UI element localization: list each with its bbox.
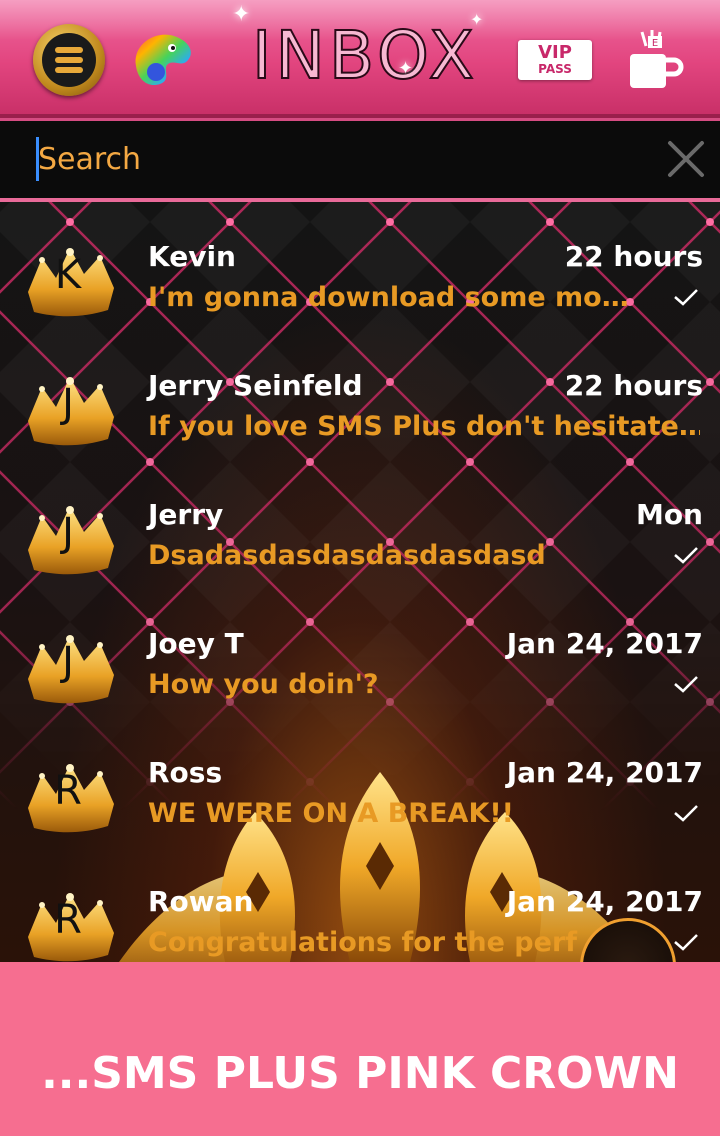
vip-pass-label: PASS (538, 62, 572, 76)
conversation-row[interactable]: K Kevin 22 hours I'm gonna download some… (0, 216, 720, 344)
avatar: R (22, 758, 120, 838)
message-time: 22 hours (564, 240, 703, 273)
message-preview: WE WERE ON A BREAK!! (148, 798, 514, 829)
search-bar (0, 118, 720, 202)
theme-palette-icon[interactable] (128, 26, 198, 92)
avatar: J (22, 629, 120, 709)
checkmark-icon (674, 934, 698, 951)
contact-name: Kevin (148, 240, 236, 273)
vip-label: VIP (538, 42, 572, 63)
app-header: INBOX ✦ ✦ ✦ VIP PASS E (0, 0, 720, 118)
search-input[interactable] (38, 133, 638, 185)
avatar-initial: K (54, 252, 82, 298)
coffee-mug-icon[interactable]: E (624, 26, 684, 92)
avatar-initial: J (62, 381, 74, 427)
avatar-initial: R (54, 897, 82, 943)
avatar: R (22, 887, 120, 962)
menu-button[interactable] (33, 24, 105, 96)
avatar-initial: J (62, 510, 74, 556)
message-time: Jan 24, 2017 (506, 627, 703, 660)
checkmark-icon (674, 805, 698, 822)
conversation-row[interactable]: J Jerry Mon Dsadasdasdasdasdasdasd (0, 474, 720, 602)
checkmark-icon (674, 289, 698, 306)
banner-text: ...SMS PLUS PINK CROWN (41, 1048, 679, 1099)
message-preview: If you love SMS Plus don't hesitate… (148, 411, 700, 442)
message-preview: Dsadasdasdasdasdasdasd (148, 540, 546, 571)
conversation-row[interactable]: J Jerry Seinfeld 22 hours If you love SM… (0, 345, 720, 473)
menu-icon (42, 33, 96, 87)
clear-search-icon[interactable] (664, 137, 708, 181)
svg-text:E: E (652, 38, 658, 49)
contact-name: Rowan (148, 885, 254, 918)
avatar: J (22, 371, 120, 451)
contact-name: Jerry Seinfeld (148, 369, 363, 402)
conversation-row[interactable]: J Joey T Jan 24, 2017 How you doin'? (0, 603, 720, 731)
message-preview: How you doin'? (148, 669, 379, 700)
contact-name: Jerry (148, 498, 224, 531)
page-title: INBOX (251, 16, 478, 95)
message-preview: Congratulations for the perfe (148, 927, 578, 958)
checkmark-icon (674, 547, 698, 564)
avatar-initial: R (54, 768, 82, 814)
conversation-list[interactable]: K Kevin 22 hours I'm gonna download some… (0, 202, 720, 962)
checkmark-icon (674, 676, 698, 693)
contact-name: Ross (148, 756, 223, 789)
message-time: Jan 24, 2017 (506, 756, 703, 789)
avatar: J (22, 500, 120, 580)
sparkle-icon: ✦ (398, 58, 414, 79)
avatar-initial: J (62, 639, 74, 685)
message-time: Mon (635, 498, 703, 531)
message-time: 22 hours (564, 369, 703, 402)
promo-banner: ...SMS PLUS PINK CROWN (0, 962, 720, 1136)
avatar: K (22, 242, 120, 322)
conversation-row[interactable]: R Ross Jan 24, 2017 WE WERE ON A BREAK!! (0, 732, 720, 860)
message-preview: I'm gonna download some mo… (148, 282, 629, 313)
sparkle-icon: ✦ (470, 10, 484, 29)
contact-name: Joey T (148, 627, 244, 660)
sparkle-icon: ✦ (232, 2, 251, 27)
message-time: Jan 24, 2017 (506, 885, 703, 918)
vip-pass-button[interactable]: VIP PASS (518, 40, 592, 80)
